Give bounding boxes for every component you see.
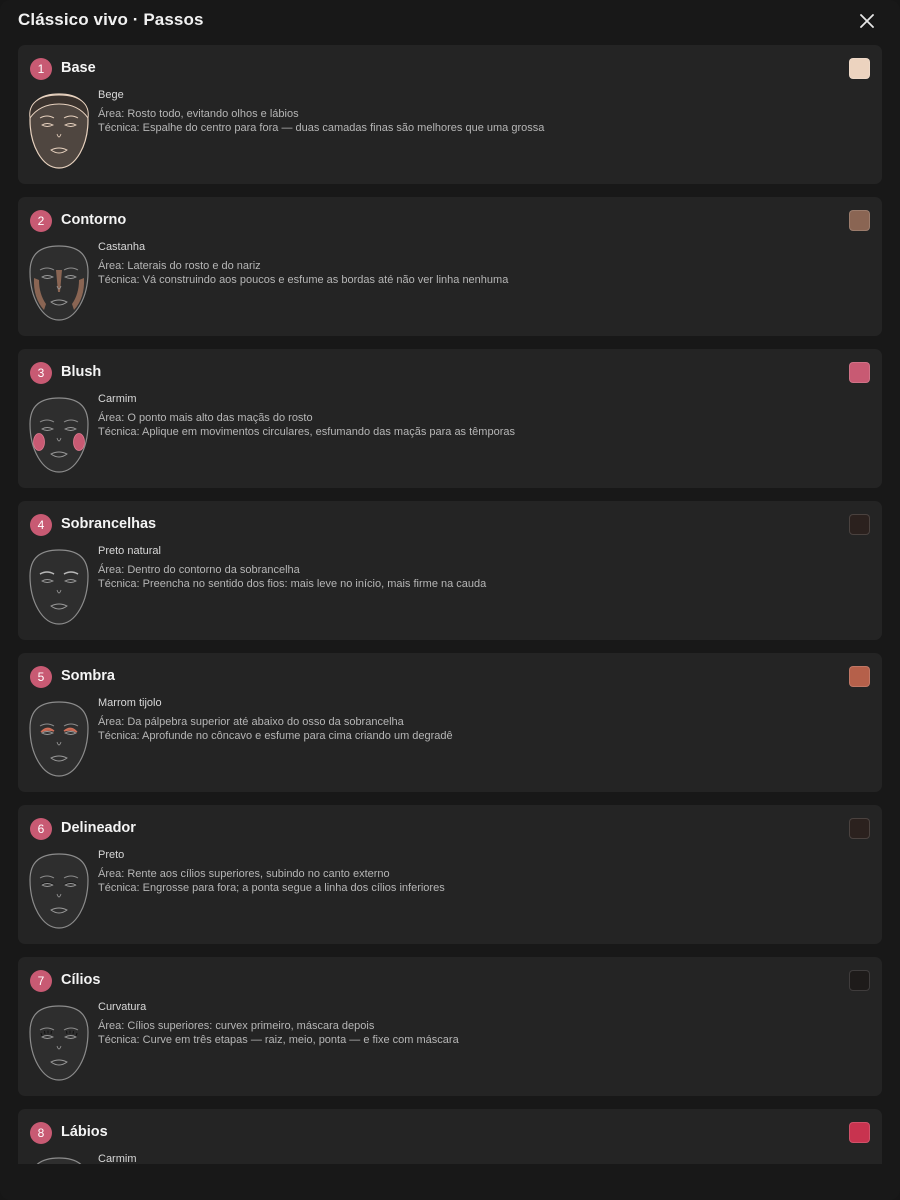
face-diagram (26, 546, 92, 628)
step-card[interactable]: 5 Sombra Marrom tijolo Área: Da pálpebra su… (18, 653, 882, 792)
color-swatch[interactable] (849, 666, 870, 687)
face-diagram (26, 698, 92, 780)
step-card[interactable]: 4 Sobrancelhas Preto natural Área: Dentro d… (18, 501, 882, 640)
color-swatch[interactable] (849, 210, 870, 231)
color-swatch[interactable] (849, 362, 870, 383)
page-title: Clássico vivo · Passos (18, 10, 204, 29)
step-title: Lábios (61, 1124, 108, 1140)
face-diagram (26, 394, 92, 476)
shade-name: Curvatura (98, 1001, 147, 1013)
area-text: Área: Dentro do contorno da sobrancelha (98, 564, 300, 576)
shade-name: Carmim (98, 393, 137, 405)
technique-text: Técnica: Aprofunde no côncavo e esfume p… (98, 730, 453, 742)
step-number-badge: 6 (30, 818, 52, 840)
step-title: Blush (61, 364, 102, 380)
face-diagram (26, 90, 92, 172)
color-swatch[interactable] (849, 1122, 870, 1143)
shade-name: Bege (98, 89, 124, 101)
technique-text: Técnica: Engrosse para fora; a ponta seg… (98, 882, 445, 894)
shade-name: Marrom tijolo (98, 697, 162, 709)
step-title: Sombra (61, 668, 115, 684)
sheet-header: Clássico vivo · Passos (0, 0, 900, 42)
step-title: Cílios (61, 972, 101, 988)
color-swatch[interactable] (849, 514, 870, 535)
step-number-badge: 8 (30, 1122, 52, 1144)
step-card[interactable]: 7 Cílios Curvatura Área: Cílios superiores:… (18, 957, 882, 1096)
color-swatch[interactable] (849, 970, 870, 991)
face-diagram (26, 1002, 92, 1084)
area-text: Área: Laterais do rosto e do nariz (98, 260, 261, 272)
technique-text: Técnica: Espalhe do centro para fora — d… (98, 122, 545, 134)
shade-name: Carmim (98, 1153, 137, 1164)
step-number-badge: 3 (30, 362, 52, 384)
face-diagram (26, 1154, 92, 1164)
close-icon (860, 14, 874, 28)
step-number-badge: 5 (30, 666, 52, 688)
area-text: Área: Rosto todo, evitando olhos e lábio… (98, 108, 299, 120)
shade-name: Preto (98, 849, 125, 861)
steps-sheet: Clássico vivo · Passos 1 Base Bege Área: Ro… (0, 0, 900, 1200)
step-title: Contorno (61, 212, 127, 228)
face-diagram (26, 850, 92, 932)
step-card[interactable]: 3 Blush Carmim Área: O ponto mais alto das … (18, 349, 882, 488)
technique-text: Técnica: Curve em três etapas — raiz, me… (98, 1034, 459, 1046)
technique-text: Técnica: Vá construindo aos poucos e esf… (98, 274, 509, 286)
step-title: Base (61, 60, 96, 76)
step-number-badge: 7 (30, 970, 52, 992)
area-text: Área: Da pálpebra superior até abaixo do… (98, 716, 404, 728)
step-number-badge: 1 (30, 58, 52, 80)
area-text: Área: Rente aos cílios superiores, subin… (98, 868, 390, 880)
area-text: Área: O ponto mais alto das maçãs do ros… (98, 412, 313, 424)
step-title: Sobrancelhas (61, 516, 157, 532)
color-swatch[interactable] (849, 818, 870, 839)
close-button[interactable] (852, 6, 882, 36)
shade-name: Castanha (98, 241, 146, 253)
technique-text: Técnica: Preencha no sentido dos fios: m… (98, 578, 487, 590)
step-card[interactable]: 8 Lábios Carmim (18, 1109, 882, 1164)
face-diagram (26, 242, 92, 324)
technique-text: Técnica: Aplique em movimentos circulare… (98, 426, 515, 438)
shade-name: Preto natural (98, 545, 161, 557)
steps-list[interactable]: 1 Base Bege Área: Rosto todo, evitando olho… (18, 45, 882, 1164)
step-title: Delineador (61, 820, 136, 836)
step-number-badge: 4 (30, 514, 52, 536)
step-card[interactable]: 1 Base Bege Área: Rosto todo, evitando olho… (18, 45, 882, 184)
area-text: Área: Cílios superiores: curvex primeiro… (98, 1020, 375, 1032)
step-card[interactable]: 2 Contorno Castanha Área: Laterais do rosto… (18, 197, 882, 336)
step-number-badge: 2 (30, 210, 52, 232)
color-swatch[interactable] (849, 58, 870, 79)
step-card[interactable]: 6 Delineador Preto Área: Rente aos cílios s… (18, 805, 882, 944)
